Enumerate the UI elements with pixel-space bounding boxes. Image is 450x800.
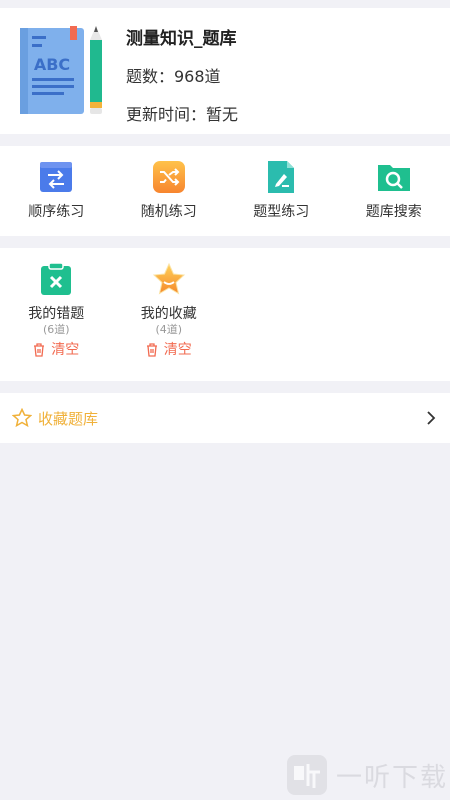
chevron-right-icon bbox=[427, 411, 436, 425]
question-count: 题数：968道 bbox=[126, 67, 221, 86]
fav-label: 我的收藏 bbox=[140, 306, 197, 322]
practice-label: 顺序练习 bbox=[28, 204, 85, 220]
wrong-label: 我的错题 bbox=[28, 306, 85, 322]
bank-info-card: ABC 测量知识_题库 题数：968道 更新时间：暂无 bbox=[0, 8, 450, 134]
collect-bank-label: 收藏题库 bbox=[38, 409, 99, 428]
status-spacer bbox=[0, 0, 450, 8]
practice-label: 题型练习 bbox=[253, 204, 310, 220]
practice-label: 随机练习 bbox=[140, 204, 197, 220]
update-time: 更新时间：暂无 bbox=[126, 105, 239, 124]
fav-count: (4道) bbox=[155, 323, 183, 336]
practice-label: 题库搜索 bbox=[365, 204, 422, 220]
clear-fav-button[interactable]: 清空 bbox=[113, 341, 226, 359]
svg-text:ABC: ABC bbox=[34, 55, 70, 74]
bank-info-text: 测量知识_题库 题数：968道 更新时间：暂无 bbox=[126, 22, 238, 128]
bank-title: 测量知识_题库 bbox=[126, 29, 237, 49]
watermark-text: 一听下载 bbox=[335, 762, 448, 793]
wrong-count: (6道) bbox=[42, 323, 70, 336]
mine-grid: 我的错题 (6道) 清空 我的收藏 (4道) 清空 bbox=[0, 248, 450, 381]
practice-grid: 顺序练习 随机练习 题型练习 题库搜索 bbox=[0, 146, 450, 236]
shuffle-icon bbox=[152, 160, 186, 194]
sequence-practice-button[interactable]: 顺序练习 bbox=[0, 146, 113, 236]
random-practice-button[interactable]: 随机练习 bbox=[113, 146, 226, 236]
star-icon bbox=[152, 262, 186, 296]
trash-icon bbox=[146, 343, 157, 357]
star-outline-icon bbox=[12, 408, 32, 428]
type-practice-button[interactable]: 题型练习 bbox=[225, 146, 338, 236]
section-gap bbox=[0, 134, 450, 146]
book-pencil-icon: ABC bbox=[18, 22, 110, 118]
watermark-logo-icon bbox=[286, 755, 327, 795]
collect-bank-row[interactable]: 收藏题库 bbox=[0, 393, 450, 443]
wrong-clipboard-icon bbox=[39, 262, 73, 296]
search-folder-icon bbox=[377, 160, 411, 194]
section-gap bbox=[0, 381, 450, 393]
section-gap bbox=[0, 236, 450, 248]
clear-wrong-button[interactable]: 清空 bbox=[0, 341, 113, 359]
my-favorites[interactable]: 我的收藏 (4道) 清空 bbox=[113, 248, 226, 381]
my-wrong-questions[interactable]: 我的错题 (6道) 清空 bbox=[0, 248, 113, 381]
trash-icon bbox=[34, 343, 45, 357]
clear-label: 清空 bbox=[51, 342, 80, 358]
watermark: 一听下载 bbox=[286, 754, 448, 796]
clear-label: 清空 bbox=[163, 342, 192, 358]
bank-search-button[interactable]: 题库搜索 bbox=[338, 146, 450, 236]
question-type-icon bbox=[264, 160, 298, 194]
sequence-icon bbox=[39, 160, 73, 194]
